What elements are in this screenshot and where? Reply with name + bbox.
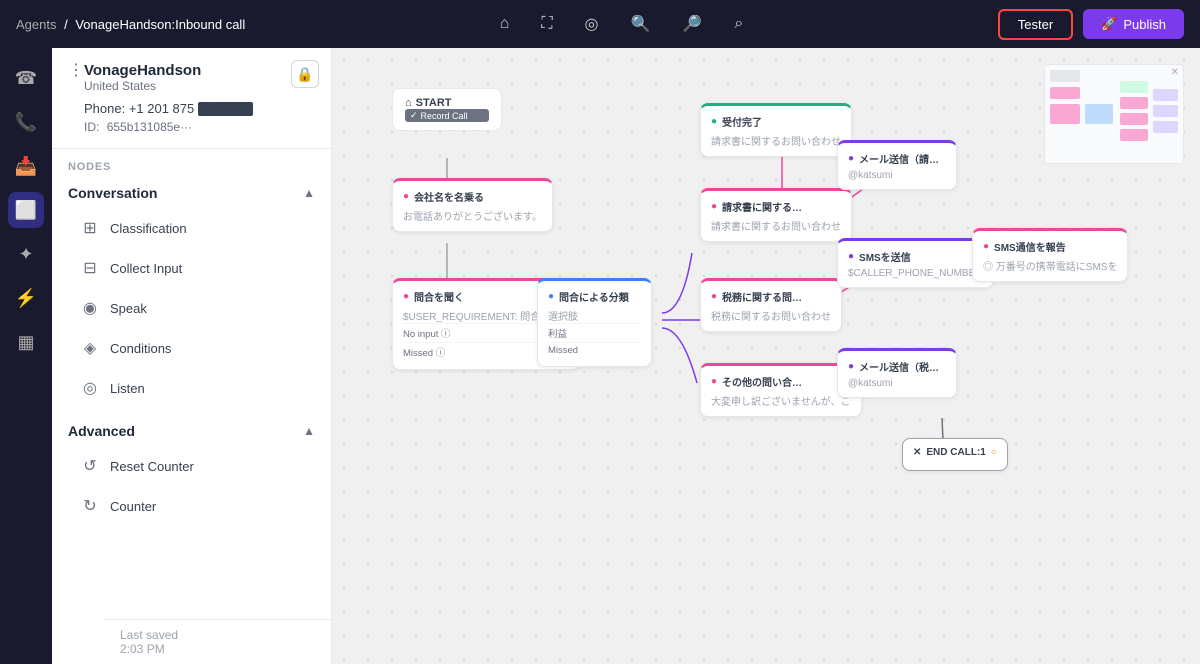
topbar: Agents / VonageHandson:Inbound call ⌂ ⛶ … (0, 0, 1200, 48)
agent-phone: Phone: +1 201 875 █████ (84, 101, 315, 116)
speak-icon: ◉ (80, 298, 100, 318)
zeimui-node[interactable]: ● 税務に関する問… 税務に関するお問い合わせ (700, 278, 842, 332)
mail2-node[interactable]: ● メール送信（税… @katsumi (837, 348, 957, 398)
agent-more-btn[interactable]: ⋮ (68, 60, 84, 80)
end-port: ○ (991, 447, 997, 458)
nodes-section: NODES Conversation ▲ ⊞ Classification ⊟ … (52, 149, 331, 525)
publish-icon: 🚀 (1101, 16, 1117, 32)
kaisha-node[interactable]: ● 会社名を名乗る お電話ありがとうございます。 (392, 178, 553, 232)
node-reset-counter[interactable]: ↺ Reset Counter (68, 447, 315, 485)
inbox-sidebar-btn[interactable]: 📥 (8, 148, 44, 184)
endcall-node[interactable]: ✕ END CALL:1 ○ (902, 438, 1008, 471)
uketsuke-node[interactable]: ● 受付完了 請求書に関するお問い合わせ (700, 103, 852, 157)
pink-dot2: ● (403, 291, 409, 302)
pink-dot5: ● (711, 376, 717, 387)
start-node[interactable]: ⌂ START ✓ Record Call (392, 88, 502, 131)
green-dot: ● (711, 116, 717, 127)
search-canvas-btn[interactable]: ⌕ (726, 11, 751, 37)
conversation-title: Conversation (68, 185, 157, 201)
collect-input-icon: ⊟ (80, 258, 100, 278)
advanced-title: Advanced (68, 423, 135, 439)
node-speak[interactable]: ◉ Speak (68, 289, 315, 327)
canvas-sidebar-btn[interactable]: ⬜ (8, 192, 44, 228)
zoom-in-btn[interactable]: 🔎 (674, 10, 710, 38)
listen-icon: ◎ (80, 378, 100, 398)
advanced-chevron[interactable]: ▲ (303, 424, 315, 438)
publish-button[interactable]: 🚀 Publish (1083, 9, 1184, 39)
node-classification[interactable]: ⊞ Classification (68, 209, 315, 247)
lock-btn[interactable]: 🔒 (291, 60, 319, 88)
node-collect-input[interactable]: ⊟ Collect Input (68, 249, 315, 287)
pink-dot6: ● (983, 241, 989, 252)
pink-dot4: ● (711, 291, 717, 302)
canvas-toolbar: ⌂ ⛶ ◎ 🔍 🔎 ⌕ (492, 10, 752, 38)
fullscreen-btn[interactable]: ⛶ (533, 11, 560, 37)
minimap-svg (1045, 65, 1184, 164)
target-btn[interactable]: ◎ (577, 10, 607, 38)
last-saved-bar: Last saved 2:03 PM (104, 619, 332, 664)
mail1-node[interactable]: ● メール送信（請… @katsumi (837, 140, 957, 190)
agent-id: ID: 655b131085e··· (84, 120, 315, 134)
home-flow-icon: ⌂ (405, 97, 412, 109)
blue-dot: ● (548, 291, 554, 302)
topbar-actions: Tester 🚀 Publish (998, 9, 1184, 40)
sms-node[interactable]: ● SMSを送信 $CALLER_PHONE_NUMBER (837, 238, 994, 288)
home-toolbar-btn[interactable]: ⌂ (492, 11, 518, 37)
agent-card: ⋮ VonageHandson United States Phone: +1 … (52, 48, 331, 149)
phone-sidebar-btn[interactable]: ☎ (8, 60, 44, 96)
tester-button[interactable]: Tester (998, 9, 1073, 40)
advanced-section-header: Advanced ▲ (68, 423, 315, 439)
seikyusho-node[interactable]: ● 請求書に関する… 請求書に関するお問い合わせ (700, 188, 852, 242)
nodes-panel: ⋮ VonageHandson United States Phone: +1 … (52, 48, 332, 664)
bunrui-node[interactable]: ● 問合による分類 選択肢 利益 Missed (537, 278, 652, 367)
end-icon: ✕ (913, 447, 921, 458)
conversation-section-header: Conversation ▲ (68, 185, 315, 201)
purple-dot2: ● (848, 251, 854, 262)
minimap-close-btn[interactable]: ✕ (1171, 67, 1179, 78)
counter-icon: ↻ (80, 496, 100, 516)
phone-masked: █████ (198, 102, 253, 116)
breadcrumb-current: VonageHandson:Inbound call (75, 17, 245, 32)
lightning-sidebar-btn[interactable]: ⚡ (8, 280, 44, 316)
reset-counter-icon: ↺ (80, 456, 100, 476)
purple-dot: ● (848, 153, 854, 164)
record-call-badge: ✓ Record Call (405, 109, 489, 122)
breadcrumb-agents[interactable]: Agents (16, 17, 56, 32)
breadcrumb-separator: / (64, 17, 71, 32)
agent-name: VonageHandson (84, 62, 315, 79)
node-listen[interactable]: ◎ Listen (68, 369, 315, 407)
minimap: ✕ (1044, 64, 1184, 164)
node-conditions[interactable]: ◈ Conditions (68, 329, 315, 367)
check-icon: ✓ (410, 110, 418, 121)
table-sidebar-btn[interactable]: ▦ (8, 324, 44, 360)
integration-sidebar-btn[interactable]: ✦ (8, 236, 44, 272)
conditions-icon: ◈ (80, 338, 100, 358)
pink-dot3: ● (711, 201, 717, 212)
conversation-chevron[interactable]: ▲ (303, 186, 315, 200)
agent-country: United States (84, 79, 315, 93)
breadcrumb: Agents / VonageHandson:Inbound call (16, 17, 245, 32)
sms-report-node[interactable]: ● SMS通信を報告 ◎ 万番号の携帯電話にSMSを (972, 228, 1128, 282)
phone-alt-sidebar-btn[interactable]: 📞 (8, 104, 44, 140)
canvas[interactable]: ⌂ START ✓ Record Call ● 会社名を名乗る お電話ありがとう… (332, 48, 1200, 664)
node-counter[interactable]: ↻ Counter (68, 487, 315, 525)
purple-dot3: ● (848, 361, 854, 372)
zoom-out-btn[interactable]: 🔍 (623, 10, 659, 38)
icon-sidebar: ☎ 📞 📥 ⬜ ✦ ⚡ ▦ (0, 48, 52, 664)
pink-dot: ● (403, 191, 409, 202)
classification-icon: ⊞ (80, 218, 100, 238)
nodes-label: NODES (68, 161, 315, 173)
